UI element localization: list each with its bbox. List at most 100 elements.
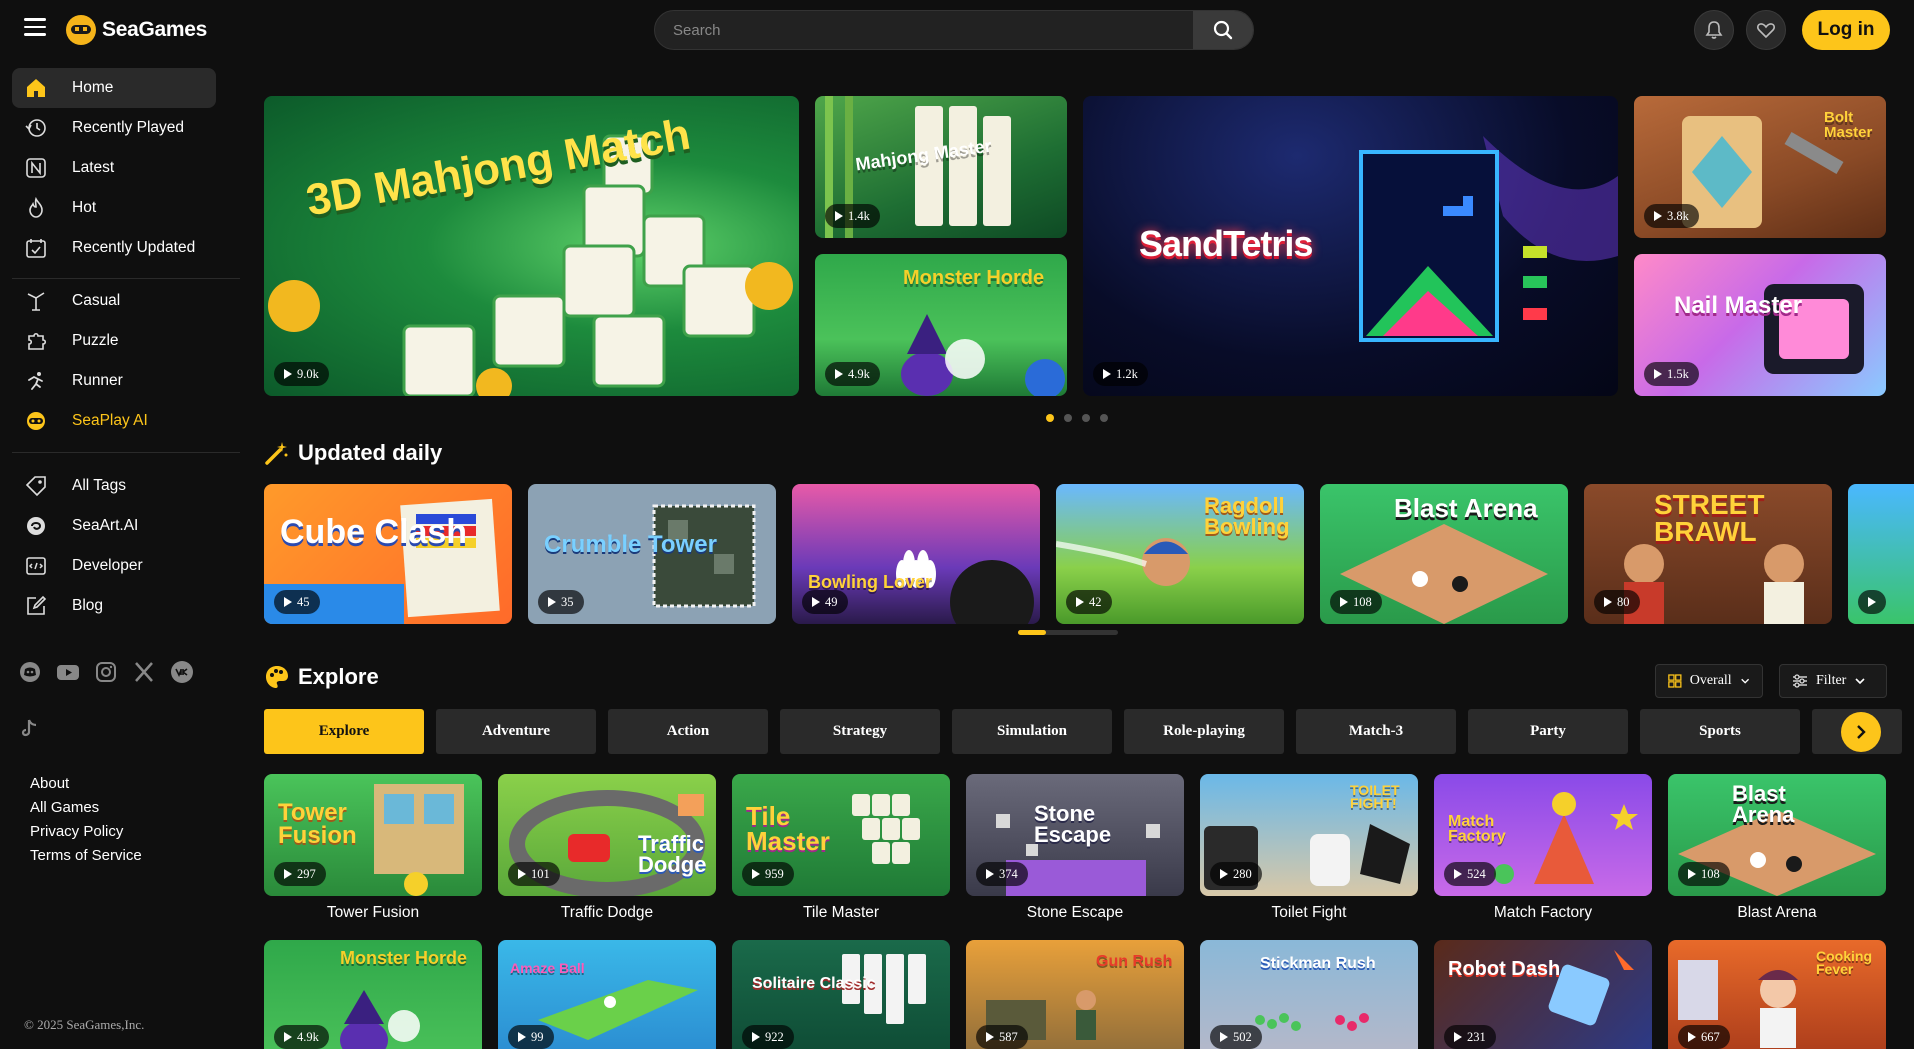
sidebar-item-developer[interactable]: Developer [12,546,216,586]
sidebar-item-label: Puzzle [72,332,119,349]
game-card-match-factory[interactable]: Match Factory 524 [1434,774,1652,896]
game-card-bowling[interactable]: Bowling Lover 49 [792,484,1040,624]
tab-match-3[interactable]: Match-3 [1296,709,1456,754]
horizontal-scrollbar[interactable] [1018,630,1118,635]
play-count-badge: 297 [274,862,326,886]
game-card-partial[interactable] [1848,484,1914,624]
sidebar-item-recently-updated[interactable]: Recently Updated [12,228,216,268]
play-count-badge: 99 [508,1025,554,1049]
sidebar-divider [12,278,240,279]
carousel-dot[interactable] [1064,414,1072,422]
play-count-badge: 42 [1066,590,1112,614]
sidebar-item-seaart[interactable]: SeaArt.AI [12,506,216,546]
game-card-blast-arena-2[interactable]: Blast Arena 108 [1668,774,1886,896]
search-button[interactable] [1193,11,1253,49]
carousel-dot[interactable] [1082,414,1090,422]
carousel-dot[interactable] [1046,414,1054,422]
hero-title: Nail Master [1674,292,1803,319]
footer-link-all-games[interactable]: All Games [30,796,142,820]
discord-icon[interactable] [18,660,42,684]
x-twitter-icon[interactable] [132,660,156,684]
game-card-blast-arena[interactable]: Blast Arena 108 [1320,484,1568,624]
game-card-solitaire-classic[interactable]: Solitaire Classic 922 [732,940,950,1049]
footer-link-about[interactable]: About [30,772,142,796]
sidebar-item-all-tags[interactable]: All Tags [12,466,216,506]
notifications-button[interactable] [1694,10,1734,50]
game-card-stickman-rush[interactable]: Stickman Rush 502 [1200,940,1418,1049]
play-count-badge [1858,590,1886,614]
sidebar-item-label: Recently Played [72,119,185,136]
sidebar-item-puzzle[interactable]: Puzzle [12,321,216,361]
hero-banner-mahjong-match[interactable]: 3D Mahjong Match 9.0k [264,96,799,396]
game-card-toilet-fight[interactable]: TOILET FIGHT! 280 [1200,774,1418,896]
hero-banner-monster-horde[interactable]: Monster Horde 4.9k [815,254,1067,396]
game-card-tower-fusion[interactable]: Tower Fusion 297 [264,774,482,896]
instagram-icon[interactable] [94,660,118,684]
game-card-amaze-ball[interactable]: Amaze Ball 99 [498,940,716,1049]
play-icon [1604,597,1612,607]
sort-overall-dropdown[interactable]: Overall [1655,664,1763,698]
game-name[interactable]: Match Factory [1434,904,1652,922]
sidebar-item-seaplay-ai[interactable]: SeaPlay AI [12,401,216,441]
tabs-next-button[interactable] [1841,712,1881,752]
hero-banner-sandtetris[interactable]: SandTetris 1.2k [1083,96,1618,396]
vk-icon[interactable] [170,660,194,684]
logo[interactable]: SeaGames [66,15,207,45]
logo-text: SeaGames [102,18,208,41]
footer-link-terms[interactable]: Terms of Service [30,844,142,868]
login-button[interactable]: Log in [1802,10,1890,50]
favorites-button[interactable] [1746,10,1786,50]
game-card-cooking-fever[interactable]: Cooking Fever 667 [1668,940,1886,1049]
hamburger-menu-button[interactable] [24,18,46,38]
footer-link-privacy[interactable]: Privacy Policy [30,820,142,844]
game-name[interactable]: Traffic Dodge [498,904,716,922]
sidebar-item-home[interactable]: Home [12,68,216,108]
tab-strategy[interactable]: Strategy [780,709,940,754]
hero-banner-nail-master[interactable]: Nail Master 1.5k [1634,254,1886,396]
hero-banner-bolt-master[interactable]: Bolt Master 3.8k [1634,96,1886,238]
hero-banner-mahjong-master[interactable]: Mahjong Master 1.4k [815,96,1067,238]
game-name[interactable]: Toilet Fight [1200,904,1418,922]
game-card-stone-escape[interactable]: Stone Escape 374 [966,774,1184,896]
sidebar-item-runner[interactable]: Runner [12,361,216,401]
tiktok-icon[interactable] [18,716,42,740]
tab-simulation[interactable]: Simulation [952,709,1112,754]
tab-action[interactable]: Action [608,709,768,754]
carousel-dot[interactable] [1100,414,1108,422]
tab-explore[interactable]: Explore [264,709,424,754]
game-card-tile-master[interactable]: Tile Master 959 [732,774,950,896]
sidebar-item-recently-played[interactable]: Recently Played [12,108,216,148]
game-card-ragdoll-bowling[interactable]: Ragdoll Bowling 42 [1056,484,1304,624]
tab-sports[interactable]: Sports [1640,709,1800,754]
game-card-gun-rush[interactable]: Gun Rush 587 [966,940,1184,1049]
puzzle-icon [24,329,48,353]
game-card-traffic-dodge[interactable]: Traffic Dodge 101 [498,774,716,896]
tab-role-playing[interactable]: Role-playing [1124,709,1284,754]
scrollbar-thumb[interactable] [1018,630,1046,635]
search-input[interactable] [655,11,1193,49]
chevron-down-icon [1855,678,1865,685]
game-name[interactable]: Blast Arena [1668,904,1886,922]
play-icon [1688,869,1696,879]
game-name[interactable]: Tile Master [732,904,950,922]
game-card-monster-horde[interactable]: Monster Horde 4.9k [264,940,482,1049]
play-icon [518,869,526,879]
sidebar-item-latest[interactable]: Latest [12,148,216,188]
sidebar-item-casual[interactable]: Casual [12,281,216,321]
tab-adventure[interactable]: Adventure [436,709,596,754]
tab-party[interactable]: Party [1468,709,1628,754]
play-count: 4.9k [848,366,870,381]
game-card-robot-dash[interactable]: Robot Dash 231 [1434,940,1652,1049]
sidebar-item-blog[interactable]: Blog [12,586,216,626]
game-card-cube-clash[interactable]: Cube Clash 45 [264,484,512,624]
youtube-icon[interactable] [56,660,80,684]
game-card-street-brawl[interactable]: STREET BRAWL 80 [1584,484,1832,624]
play-count-badge: 1.5k [1644,362,1699,386]
game-card-crumble-tower[interactable]: Crumble Tower 35 [528,484,776,624]
sidebar-item-hot[interactable]: Hot [12,188,216,228]
card-title: Blast Arena [1394,493,1538,523]
play-count-badge: 35 [538,590,584,614]
game-name[interactable]: Tower Fusion [264,904,482,922]
game-name[interactable]: Stone Escape [966,904,1184,922]
filter-dropdown[interactable]: Filter [1779,664,1887,698]
